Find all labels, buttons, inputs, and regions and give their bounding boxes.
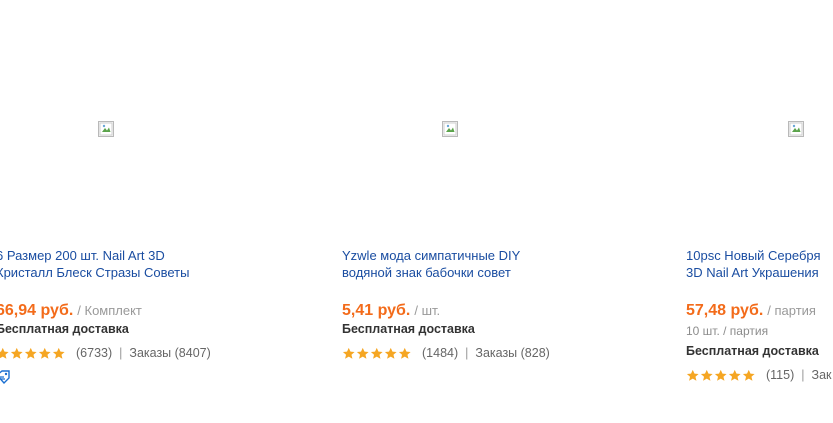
product-title-line: 10psc Новый Серебря <box>686 248 821 263</box>
star-icon <box>356 347 369 359</box>
star-rating[interactable] <box>686 369 756 382</box>
star-icon <box>398 347 411 359</box>
product-title-link[interactable]: Yzwle мода симпатичные DIY водяной знак … <box>342 248 542 281</box>
product-grid: 6 Размер 200 шт. Nail Art 3D Кристалл Бл… <box>0 0 833 423</box>
order-count: Заказы (828) <box>475 346 550 360</box>
product-title-line: водяной знак бабочки совет <box>342 264 511 280</box>
broken-image-icon[interactable] <box>442 121 458 137</box>
star-icon <box>384 347 397 359</box>
star-icon <box>700 369 713 381</box>
product-card[interactable]: 6 Размер 200 шт. Nail Art 3D Кристалл Бл… <box>0 0 296 423</box>
star-icon <box>714 369 727 381</box>
free-shipping-label: Бесплатная доставка <box>0 322 129 336</box>
star-icon <box>728 369 741 381</box>
star-rating[interactable] <box>0 347 66 360</box>
product-price: 5,41 руб. <box>342 302 411 319</box>
product-title-link[interactable]: 10psc Новый Серебря 3D Nail Art Украшени… <box>686 248 833 281</box>
rating-row: (115) | Зак <box>686 368 832 382</box>
product-title-line: 6 Размер 200 шт. Nail Art 3D <box>0 248 165 263</box>
broken-image-icon[interactable] <box>98 121 114 137</box>
product-card[interactable]: Yzwle мода симпатичные DIY водяной знак … <box>342 0 642 423</box>
separator: | <box>801 368 805 382</box>
price-row: 5,41 руб. / шт. <box>342 302 440 320</box>
star-icon <box>24 347 37 359</box>
star-icon <box>0 347 9 359</box>
star-icon <box>38 347 51 359</box>
product-price: 66,94 руб. <box>0 302 74 319</box>
price-unit: / Комплект <box>77 303 142 318</box>
product-title-line: Кристалл Блеск Стразы Советы <box>0 264 190 280</box>
star-icon <box>10 347 23 359</box>
product-price: 57,48 руб. <box>686 302 764 319</box>
star-icon <box>742 369 755 381</box>
rating-row: (1484) | Заказы (828) <box>342 346 550 360</box>
star-icon <box>52 347 65 359</box>
price-row: 66,94 руб. / Комплект <box>0 302 142 320</box>
free-shipping-label: Бесплатная доставка <box>342 322 475 336</box>
star-icon <box>686 369 699 381</box>
star-icon <box>342 347 355 359</box>
star-icon <box>370 347 383 359</box>
broken-image-icon[interactable] <box>788 121 804 137</box>
price-row: 57,48 руб. / партия <box>686 302 816 320</box>
order-count: Заказы (8407) <box>129 346 211 360</box>
separator: | <box>465 346 469 360</box>
review-count[interactable]: (115) <box>766 368 794 382</box>
price-unit: / партия <box>767 303 816 318</box>
price-unit: / шт. <box>414 303 441 318</box>
star-rating[interactable] <box>342 347 412 360</box>
rating-row: (6733) | Заказы (8407) <box>0 346 211 360</box>
coupon-tag-icon[interactable] <box>0 370 11 385</box>
free-shipping-label: Бесплатная доставка <box>686 344 819 358</box>
product-card[interactable]: 10psc Новый Серебря 3D Nail Art Украшени… <box>686 0 833 423</box>
product-title-link[interactable]: 6 Размер 200 шт. Nail Art 3D Кристалл Бл… <box>0 248 196 281</box>
separator: | <box>119 346 123 360</box>
min-order-label: 10 шт. / партия <box>686 324 769 338</box>
order-count: Зак <box>811 368 832 382</box>
product-title-line: 3D Nail Art Украшения <box>686 264 819 280</box>
review-count[interactable]: (6733) <box>76 346 112 360</box>
review-count[interactable]: (1484) <box>422 346 458 360</box>
product-title-line: Yzwle мода симпатичные DIY <box>342 248 521 263</box>
